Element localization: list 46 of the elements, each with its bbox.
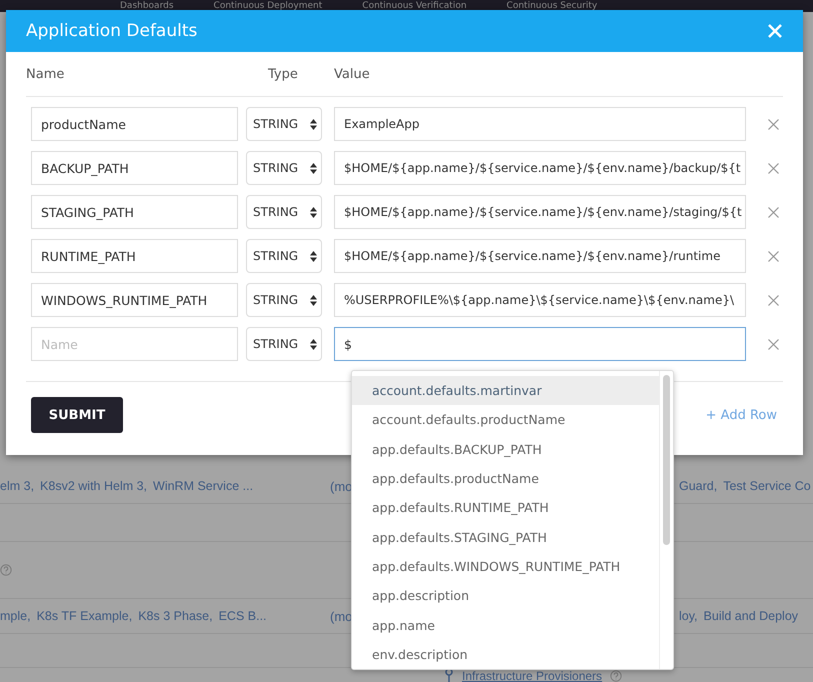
remove-button[interactable]: [768, 162, 779, 174]
remove-button[interactable]: [768, 294, 779, 306]
column-header: Value: [334, 66, 371, 82]
nav-item[interactable]: Dashboards: [120, 1, 174, 11]
scrollbar-thumb[interactable]: [663, 375, 670, 545]
dialog-title: Application Defaults: [26, 21, 198, 41]
help-icon: [610, 670, 622, 682]
name-field[interactable]: RUNTIME_PATH: [31, 239, 238, 273]
sort-caret-icon: [310, 294, 317, 306]
value-field[interactable]: ExampleApp: [334, 107, 746, 141]
nav-item[interactable]: Continuous Deployment: [214, 1, 322, 11]
value-field[interactable]: $HOME/${app.name}/${service.name}/${env.name}/staging/${t: [334, 195, 746, 229]
pin-icon: [444, 668, 454, 682]
nav-item[interactable]: Continuous Verification: [362, 1, 467, 11]
name-field[interactable]: BACKUP_PATH: [31, 151, 238, 185]
type-select[interactable]: STRING: [246, 107, 322, 141]
sort-caret-icon: [310, 250, 317, 262]
type-select[interactable]: STRING: [246, 195, 322, 229]
type-select[interactable]: STRING: [246, 327, 322, 361]
name-field[interactable]: STAGING_PATH: [31, 195, 238, 229]
type-select[interactable]: STRING: [246, 283, 322, 317]
nav-item[interactable]: Continuous Security: [506, 1, 598, 11]
value-field[interactable]: $HOME/${app.name}/${service.name}/${env.name}/backup/${t: [334, 151, 746, 185]
submit-button[interactable]: SUBMIT: [31, 397, 123, 433]
help-icon: [0, 564, 12, 576]
value-field[interactable]: $: [334, 327, 746, 361]
suggestion-item[interactable]: account.defaults.martinvar: [352, 376, 659, 406]
sort-caret-icon: [310, 206, 317, 218]
type-select[interactable]: STRING: [246, 151, 322, 185]
sort-caret-icon: [310, 162, 317, 174]
remove-button[interactable]: [768, 338, 779, 350]
remove-button[interactable]: [768, 206, 779, 218]
column-header: Name: [26, 66, 66, 82]
suggestion-item[interactable]: env.description: [352, 640, 659, 669]
sort-caret-icon: [310, 118, 317, 130]
value-field[interactable]: %USERPROFILE%\${app.name}\${service.name}\${env.name}\: [334, 283, 746, 317]
name-field[interactable]: Name: [31, 327, 238, 361]
name-field[interactable]: productName: [31, 107, 238, 141]
value-field[interactable]: $HOME/${app.name}/${service.name}/${env.name}/runtime: [334, 239, 746, 273]
close-button[interactable]: [767, 23, 783, 39]
column-header: Type: [268, 66, 299, 82]
name-field[interactable]: WINDOWS_RUNTIME_PATH: [31, 283, 238, 317]
type-select[interactable]: STRING: [246, 239, 322, 273]
remove-button[interactable]: [768, 118, 779, 130]
sort-caret-icon: [310, 338, 317, 350]
remove-button[interactable]: [768, 250, 779, 262]
